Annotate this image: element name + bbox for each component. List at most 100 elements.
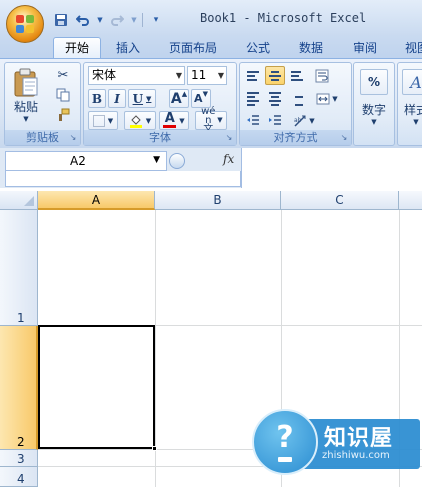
align-center-icon [269, 91, 281, 106]
increase-indent-button[interactable] [265, 111, 285, 130]
qat-separator [142, 13, 143, 27]
wrap-text-icon [315, 69, 329, 82]
format-painter-icon [59, 108, 70, 121]
increase-indent-icon [269, 114, 281, 125]
underline-button[interactable]: U ▼ [128, 89, 156, 108]
chevron-down-icon: ▼ [175, 71, 182, 80]
formula-bar-lower [5, 171, 241, 187]
tab-page-layout[interactable]: 页面布局 [165, 38, 221, 58]
merge-center-button[interactable]: ▼ [312, 89, 342, 108]
watermark-subtitle: zhishiwu.com [322, 450, 390, 461]
orientation-button[interactable]: ab ▼ [289, 111, 319, 130]
customize-qat-icon[interactable]: ▾ [147, 11, 165, 29]
chevron-down-icon: ▼ [107, 116, 114, 125]
copy-icon [56, 88, 70, 102]
quick-access-toolbar: ▼ ▼ ▾ [52, 10, 165, 30]
redo-dropdown-icon[interactable]: ▼ [130, 11, 138, 29]
italic-button[interactable]: I [108, 89, 126, 108]
fill-bucket-icon [129, 114, 142, 128]
clipboard-group: 粘贴 ▼ ✂ 剪贴板 ↘ [4, 62, 81, 146]
fill-handle[interactable] [152, 446, 157, 451]
row-header-4[interactable]: 4 [0, 467, 38, 487]
paste-label: 粘贴 [13, 99, 38, 114]
column-header-c[interactable]: C [281, 191, 399, 210]
formula-bar-expand-icon[interactable] [169, 153, 185, 169]
tab-review[interactable]: 审阅 [349, 38, 381, 58]
font-name-value: 宋体 [92, 68, 117, 82]
borders-icon [92, 114, 105, 127]
tab-formulas[interactable]: 公式 [242, 38, 274, 58]
align-top-button[interactable] [243, 66, 263, 85]
number-format-button[interactable]: % [360, 69, 388, 95]
borders-button[interactable]: ▼ [88, 111, 118, 130]
tab-home[interactable]: 开始 [53, 37, 102, 60]
question-mark-icon: ? [276, 420, 294, 455]
column-header-b[interactable]: B [155, 191, 281, 210]
watermark-logo-icon: ? [252, 409, 318, 475]
cut-button[interactable]: ✂ [53, 66, 73, 84]
align-bottom-button[interactable] [287, 66, 307, 85]
ribbon: 粘贴 ▼ ✂ 剪贴板 ↘ 宋体 ▼ 11 ▼ B I U ▼ A ▲ A ▼ ▼… [0, 58, 422, 148]
title-bar: ▼ ▼ ▾ Book1 - Microsoft Excel [0, 0, 422, 36]
insert-function-button[interactable]: fx [223, 152, 234, 166]
office-logo-icon [16, 15, 34, 33]
undo-icon[interactable] [74, 11, 92, 29]
row-header-3[interactable]: 3 [0, 450, 38, 467]
formula-input[interactable] [241, 148, 422, 188]
styles-label[interactable]: 样式 [398, 101, 422, 118]
align-center-button[interactable] [265, 89, 285, 108]
align-middle-icon [269, 70, 281, 81]
align-middle-button[interactable] [265, 66, 285, 85]
column-header-a[interactable]: A [38, 191, 155, 210]
formula-bar: A2 ▼ fx [0, 148, 422, 188]
select-all-button[interactable] [0, 191, 38, 210]
alignment-group: ▼ ab ▼ 对齐方式 ↘ [239, 62, 352, 146]
font-launcher-icon[interactable]: ↘ [224, 133, 234, 143]
styles-button[interactable]: A [402, 69, 422, 95]
paste-button[interactable]: 粘贴 ▼ [8, 66, 44, 124]
bold-button[interactable]: B [88, 89, 106, 108]
grow-icon: ▲ [181, 90, 188, 98]
font-name-combo[interactable]: 宋体 ▼ [88, 66, 185, 85]
name-box[interactable]: A2 ▼ [5, 151, 167, 171]
font-color-button[interactable]: A ▼ [159, 111, 189, 130]
tab-view[interactable]: 视图 [401, 38, 422, 58]
phonetic-guide-button[interactable]: wén 文 ▼ [195, 107, 227, 135]
tab-insert[interactable]: 插入 [112, 38, 144, 58]
column-header-d[interactable] [399, 191, 422, 210]
watermark: ? 知识屋 zhishiwu.com [252, 407, 422, 479]
row-header-2[interactable]: 2 [0, 326, 38, 450]
tab-data[interactable]: 数据 [295, 38, 327, 58]
alignment-group-label: 对齐方式 [240, 130, 351, 145]
font-size-combo[interactable]: 11 ▼ [187, 66, 227, 85]
paste-dropdown-icon: ▼ [23, 114, 29, 123]
row-header-1[interactable]: 1 [0, 210, 38, 326]
active-cell-a2[interactable] [38, 325, 155, 449]
font-size-value: 11 [191, 68, 207, 82]
font-group-label: 字体 [84, 130, 236, 145]
save-icon[interactable] [52, 11, 70, 29]
number-label[interactable]: 数字 [354, 101, 394, 118]
grow-font-button[interactable]: A ▲ [169, 89, 189, 108]
styles-group: A 样式 ▼ [397, 62, 422, 146]
chevron-down-icon[interactable]: ▼ [153, 155, 160, 165]
format-painter-button[interactable] [53, 106, 73, 124]
select-all-triangle-icon [24, 196, 34, 206]
office-button[interactable] [6, 5, 44, 43]
decrease-indent-button[interactable] [243, 111, 263, 130]
align-left-button[interactable] [243, 89, 263, 108]
copy-button[interactable] [53, 86, 73, 104]
align-right-button[interactable] [287, 89, 307, 108]
number-group: % 数字 ▼ [353, 62, 395, 146]
redo-icon[interactable] [108, 11, 126, 29]
fill-color-button[interactable]: ▼ [124, 111, 156, 130]
align-top-icon [247, 70, 259, 81]
wrap-text-button[interactable] [312, 66, 332, 85]
chevron-down-icon: ▼ [413, 118, 419, 126]
chevron-down-icon: ▼ [217, 71, 224, 80]
alignment-launcher-icon[interactable]: ↘ [339, 133, 349, 143]
clipboard-launcher-icon[interactable]: ↘ [68, 133, 78, 143]
shrink-font-letter: A [194, 92, 203, 105]
undo-dropdown-icon[interactable]: ▼ [96, 11, 104, 29]
align-right-icon [291, 92, 303, 106]
